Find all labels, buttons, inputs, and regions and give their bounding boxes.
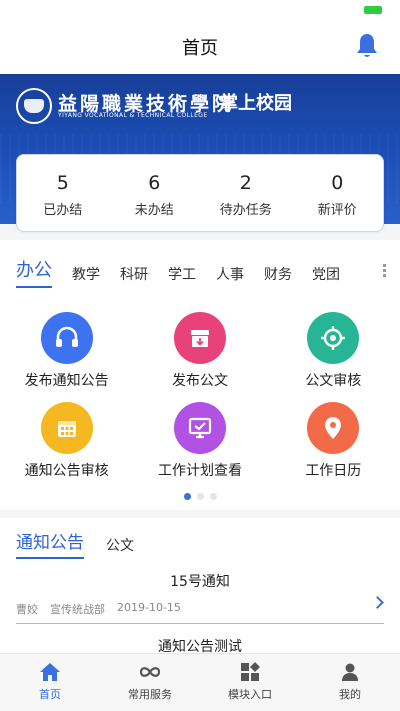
- stat-label: 未办结: [134, 203, 174, 218]
- pager-dot[interactable]: [196, 493, 204, 500]
- tab-personnel[interactable]: 人事: [216, 264, 244, 288]
- notice-date: 2019-10-15: [117, 601, 181, 614]
- stat-label: 已办结: [43, 203, 83, 218]
- tabbar-services[interactable]: 常用服务: [100, 654, 200, 711]
- module-work-calendar[interactable]: 工作日历: [267, 402, 400, 480]
- tabbar-label: 我的: [339, 688, 361, 701]
- module-grid: 发布通知公告 发布公文 公文审核 通知公告审核 工作计划查看 工作日历: [0, 312, 400, 480]
- module-label: 发布通知公告: [24, 373, 109, 389]
- module-label: 工作计划查看: [157, 463, 242, 479]
- college-logo: [16, 88, 52, 124]
- tab-documents[interactable]: 公文: [106, 535, 134, 559]
- stat-label: 待办任务: [219, 203, 272, 218]
- bell-icon[interactable]: [354, 32, 380, 60]
- tabbar-modules[interactable]: 模块入口: [200, 654, 300, 711]
- tab-party[interactable]: 党团: [312, 264, 340, 288]
- tab-notices[interactable]: 通知公告: [16, 528, 84, 559]
- notice-author: 曹姣: [16, 603, 38, 616]
- module-label: 通知公告审核: [24, 463, 109, 479]
- stat-pending[interactable]: 2 待办任务: [200, 155, 292, 231]
- stat-reviews[interactable]: 0 新评价: [292, 155, 384, 231]
- stat-value: 2: [239, 172, 252, 194]
- headset-icon: [40, 312, 93, 364]
- stats-card: 5 已办结 6 未办结 2 待办任务 0 新评价: [16, 154, 384, 232]
- location-pin-icon: [307, 402, 360, 454]
- tabbar-label: 首页: [39, 688, 61, 701]
- module-label: 发布公文: [171, 373, 228, 389]
- inbox-download-icon: [173, 312, 226, 364]
- tab-research[interactable]: 科研: [120, 264, 148, 288]
- stat-value: 6: [148, 172, 161, 194]
- monitor-check-icon: [173, 402, 226, 454]
- module-publish-document[interactable]: 发布公文: [133, 312, 266, 390]
- tab-student-affairs[interactable]: 学工: [168, 264, 196, 288]
- module-label: 公文审核: [305, 373, 362, 389]
- stat-label: 新评价: [317, 203, 357, 218]
- modules-icon: [241, 662, 260, 681]
- module-work-plan[interactable]: 工作计划查看: [133, 402, 266, 480]
- app-name: 掌上校园: [220, 93, 292, 114]
- pager-dot[interactable]: [209, 493, 217, 500]
- college-english-name: YIYANG VOCATIONAL & TECHNICAL COLLEGE: [58, 112, 208, 119]
- tab-office[interactable]: 办公: [16, 256, 52, 288]
- page-title: 首页: [182, 38, 218, 59]
- notice-item-meta: 曹姣 宣传统战部 2019-10-15: [16, 601, 181, 617]
- tabbar-profile[interactable]: 我的: [300, 654, 400, 711]
- module-panel: 办公 教学 科研 学工 人事 财务 党团 发布通知公告 发布公文 公文审核 通知…: [0, 240, 400, 510]
- tab-teaching[interactable]: 教学: [72, 264, 100, 288]
- more-categories-icon[interactable]: [383, 264, 386, 278]
- stat-value: 5: [56, 172, 69, 194]
- module-notice-review[interactable]: 通知公告审核: [0, 402, 133, 480]
- notice-item-title[interactable]: 15号通知: [0, 571, 400, 591]
- nav-bar: 首页: [0, 20, 400, 74]
- stat-value: 0: [331, 172, 344, 194]
- pager-dot[interactable]: [183, 493, 191, 500]
- notice-panel: 通知公告 公文 15号通知 曹姣 宣传统战部 2019-10-15 通知公告测试: [0, 518, 400, 658]
- status-bar: [0, 0, 400, 20]
- calendar-icon: [40, 402, 93, 454]
- home-icon: [40, 663, 60, 681]
- tabbar-home[interactable]: 首页: [0, 654, 100, 711]
- target-icon: [307, 312, 360, 364]
- module-label: 工作日历: [305, 463, 362, 479]
- stat-undone[interactable]: 6 未办结: [109, 155, 201, 231]
- tab-finance[interactable]: 财务: [264, 264, 292, 288]
- tabbar-label: 模块入口: [228, 688, 272, 701]
- category-tabs: 办公 教学 科研 学工 人事 财务 党团: [16, 258, 400, 288]
- module-document-review[interactable]: 公文审核: [267, 312, 400, 390]
- pager-dots: [0, 493, 400, 500]
- bottom-tab-bar: 首页 常用服务 模块入口 我的: [0, 653, 400, 711]
- battery-icon: [364, 6, 382, 14]
- notice-department: 宣传统战部: [50, 603, 105, 616]
- tabbar-label: 常用服务: [128, 688, 172, 701]
- infinity-icon: [139, 667, 161, 677]
- stat-done[interactable]: 5 已办结: [17, 155, 109, 231]
- user-icon: [342, 663, 358, 681]
- notice-tabs: 通知公告 公文: [16, 528, 156, 559]
- module-publish-notice[interactable]: 发布通知公告: [0, 312, 133, 390]
- chevron-right-icon[interactable]: [371, 596, 384, 609]
- divider: [16, 623, 384, 624]
